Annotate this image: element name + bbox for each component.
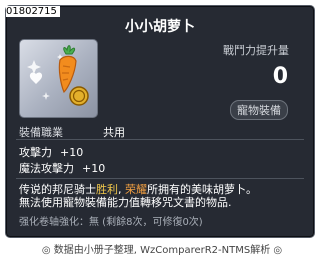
attribute-row: 攻擊力 +10 xyxy=(19,144,83,160)
attribute-value: +10 xyxy=(60,146,84,159)
description-line: 無法使用寵物裝備能力值轉移咒文書的物品. xyxy=(19,196,232,209)
highlight-text: 荣耀 xyxy=(125,183,147,196)
item-category-badge: 寵物裝備 xyxy=(230,100,288,120)
item-tooltip: 小小胡萝卜 戰鬥力提升量 0 寵物裝備 裝備職業 共用 攻擊力 +10 魔法攻擊… xyxy=(5,5,315,238)
combat-power-value: 0 xyxy=(272,64,288,89)
attribute-label: 魔法攻擊力 xyxy=(19,162,74,175)
attribute-value: +10 xyxy=(82,162,106,175)
item-name: 小小胡萝卜 xyxy=(125,19,195,35)
attribute-label: 攻擊力 xyxy=(19,146,52,159)
equip-job-label: 裝備職業 xyxy=(19,126,63,139)
upgrade-info: 强化卷轴強化：無 (剩餘8次，可修復0次) xyxy=(19,217,203,228)
item-id: 01802715 xyxy=(6,6,60,17)
heart-icon xyxy=(29,72,43,84)
combat-power-label: 戰鬥力提升量 xyxy=(223,44,289,57)
equip-job-value: 共用 xyxy=(103,126,125,139)
source-footer: ◎ 数据由小册子整理, WzComparerR2-NTMS解析 ◎ xyxy=(41,245,283,256)
carrot-pet-equip-icon xyxy=(27,45,89,106)
divider xyxy=(16,178,304,179)
divider xyxy=(16,139,304,140)
item-icon-frame xyxy=(19,39,98,118)
highlight-text: 胜利 xyxy=(96,183,118,196)
item-description: 传说的邦尼骑士胜利, 荣耀所拥有的美味胡萝卜。 無法使用寵物裝備能力值轉移咒文書… xyxy=(19,183,309,209)
description-line: 传说的邦尼骑士胜利, 荣耀所拥有的美味胡萝卜。 xyxy=(19,183,257,196)
attribute-row: 魔法攻擊力 +10 xyxy=(19,160,105,176)
gold-coin-icon xyxy=(69,86,89,106)
